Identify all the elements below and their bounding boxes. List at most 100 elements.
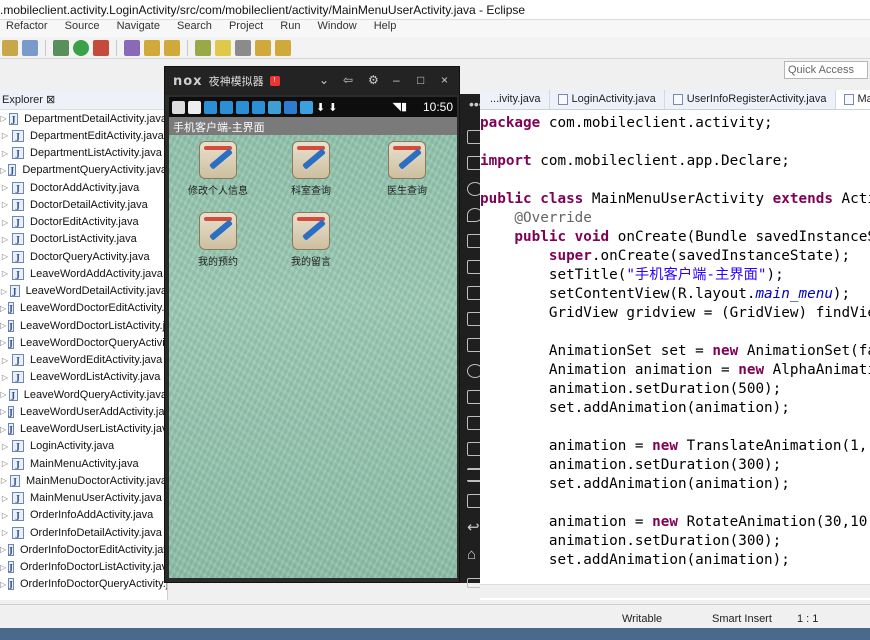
expand-arrow-icon[interactable]: ▷ — [0, 338, 6, 347]
menu-refactor[interactable]: Refactor — [6, 20, 48, 32]
expand-arrow-icon[interactable]: ▷ — [0, 390, 7, 399]
debug-icon[interactable] — [53, 39, 69, 56]
next-annotation-icon[interactable] — [235, 39, 251, 56]
save-icon[interactable] — [2, 39, 18, 56]
code-text[interactable]: package com.mobileclient.activity; impor… — [480, 110, 870, 570]
explorer-file-item[interactable]: ▷ J OrderInfoAddActivity.java — [0, 507, 167, 524]
explorer-file-item[interactable]: ▷ J MainMenuActivity.java — [0, 455, 167, 472]
horizontal-scrollbar[interactable] — [480, 584, 870, 598]
expand-arrow-icon[interactable]: ▷ — [0, 149, 10, 158]
expand-arrow-icon[interactable]: ▷ — [0, 269, 10, 278]
explorer-file-item[interactable]: ▷ J LeaveWordListActivity.java — [0, 369, 167, 386]
open-folder-icon[interactable] — [144, 39, 160, 56]
explorer-file-item[interactable]: ▷ J DepartmentQueryActivity.java — [0, 162, 167, 179]
expand-arrow-icon[interactable]: ▷ — [0, 425, 6, 434]
chevron-down-icon[interactable]: ⌄ — [319, 73, 329, 87]
explorer-file-item[interactable]: ▷J LeaveWordDoctorQueryActivity.java — [0, 334, 167, 351]
explorer-file-item[interactable]: ▷ J DepartmentDetailActivity.java — [0, 110, 167, 127]
tab-user-register-activity[interactable]: UserInfoRegisterActivity.java — [665, 90, 836, 109]
gear-icon[interactable]: ⚙ — [368, 73, 379, 87]
menu-project[interactable]: Project — [229, 20, 263, 32]
explorer-file-item[interactable]: ▷ J DoctorListActivity.java — [0, 231, 167, 248]
expand-arrow-icon[interactable]: ▷ — [0, 528, 10, 537]
expand-arrow-icon[interactable]: ▷ — [0, 545, 6, 554]
expand-arrow-icon[interactable]: ▷ — [0, 580, 6, 589]
search-icon[interactable] — [195, 39, 211, 56]
explorer-file-item[interactable]: ▷ J MainMenuUserActivity.java — [0, 490, 167, 507]
close-icon[interactable]: ⊠ — [46, 94, 55, 106]
pin-icon[interactable]: ⇦ — [343, 73, 353, 87]
forward-icon[interactable] — [275, 39, 291, 56]
explorer-file-item[interactable]: ▷ J MainMenuDoctorActivity.java — [0, 472, 167, 489]
explorer-file-item[interactable]: ▷ J LeaveWordEditActivity.java — [0, 352, 167, 369]
expand-arrow-icon[interactable]: ▷ — [0, 459, 10, 468]
run-icon[interactable] — [73, 39, 89, 56]
expand-arrow-icon[interactable]: ▷ — [0, 166, 6, 175]
back-icon[interactable] — [255, 39, 271, 56]
expand-arrow-icon[interactable]: ▷ — [0, 235, 10, 244]
explorer-file-item[interactable]: ▷ J LeaveWordQueryActivity.java — [0, 386, 167, 403]
explorer-file-item[interactable]: ▷ J OrderInfoDoctorListActivity.java — [0, 559, 167, 576]
open-type-icon[interactable] — [164, 39, 180, 56]
expand-arrow-icon[interactable]: ▷ — [0, 218, 10, 227]
back-icon[interactable]: ↩ — [467, 518, 480, 536]
expand-arrow-icon[interactable]: ▷ — [0, 476, 8, 485]
explorer-file-item[interactable]: ▷ J LeaveWordDetailActivity.java — [0, 283, 167, 300]
menu-item-my-messages[interactable]: 我的留言 — [276, 212, 346, 268]
expand-arrow-icon[interactable]: ▷ — [0, 356, 10, 365]
menu-item-department-query[interactable]: 科室查询 — [276, 141, 346, 197]
explorer-file-item[interactable]: ▷J OrderInfoDoctorQueryActivity.java — [0, 576, 167, 593]
menu-search[interactable]: Search — [177, 20, 212, 32]
quick-access-input[interactable]: Quick Access — [784, 61, 868, 79]
explorer-file-item[interactable]: ▷ J LeaveWordAddActivity.java — [0, 265, 167, 282]
new-class-icon[interactable] — [124, 39, 140, 56]
menu-navigate[interactable]: Navigate — [117, 20, 160, 32]
print-icon[interactable] — [22, 39, 38, 56]
expand-arrow-icon[interactable]: ▷ — [0, 494, 10, 503]
explorer-file-item[interactable]: ▷ J LeaveWordUserAddActivity.java — [0, 403, 167, 420]
expand-arrow-icon[interactable]: ▷ — [0, 407, 6, 416]
explorer-file-item[interactable]: ▷ J LoginActivity.java — [0, 438, 167, 455]
explorer-file-item[interactable]: ▷J LeaveWordDoctorEditActivity.java — [0, 300, 167, 317]
close-icon[interactable]: × — [441, 73, 448, 87]
menu-run[interactable]: Run — [280, 20, 300, 32]
explorer-file-item[interactable]: ▷ J LeaveWordUserListActivity.java — [0, 421, 167, 438]
expand-arrow-icon[interactable]: ▷ — [0, 200, 10, 209]
menu-item-edit-profile[interactable]: 修改个人信息 — [183, 141, 253, 197]
expand-arrow-icon[interactable]: ▷ — [0, 511, 10, 520]
explorer-file-item[interactable]: ▷ J DoctorQueryActivity.java — [0, 248, 167, 265]
expand-arrow-icon[interactable]: ▷ — [0, 373, 10, 382]
explorer-file-item[interactable]: ▷ J DepartmentEditActivity.java — [0, 127, 167, 144]
explorer-file-item[interactable]: ▷ J OrderInfoDetailActivity.java — [0, 524, 167, 541]
java-file-icon: J — [12, 267, 24, 280]
expand-arrow-icon[interactable]: ▷ — [0, 442, 10, 451]
tab-main-menu-user-activity[interactable]: Main... — [835, 90, 870, 109]
menu-window[interactable]: Window — [318, 20, 357, 32]
menu-item-doctor-query[interactable]: 医生查询 — [372, 141, 442, 197]
maximize-icon[interactable]: □ — [417, 73, 424, 87]
menu-help[interactable]: Help — [374, 20, 397, 32]
expand-arrow-icon[interactable]: ▷ — [0, 183, 10, 192]
explorer-file-item[interactable]: ▷ J DoctorAddActivity.java — [0, 179, 167, 196]
explorer-file-item[interactable]: ▷ J OrderInfoDoctorEditActivity.java — [0, 541, 167, 558]
menu-source[interactable]: Source — [65, 20, 100, 32]
minimize-icon[interactable]: – — [393, 73, 400, 87]
expand-arrow-icon[interactable]: ▷ — [0, 563, 6, 572]
mark-occurrences-icon[interactable] — [215, 39, 231, 56]
expand-arrow-icon[interactable]: ▷ — [0, 287, 8, 296]
explorer-file-item[interactable]: ▷ J DoctorDetailActivity.java — [0, 196, 167, 213]
explorer-file-item[interactable]: ▷ J DepartmentListActivity.java — [0, 145, 167, 162]
external-tools-icon[interactable] — [93, 39, 109, 56]
expand-arrow-icon[interactable]: ▷ — [0, 114, 7, 123]
notification-badge[interactable]: ! — [269, 76, 280, 86]
expand-arrow-icon[interactable]: ▷ — [0, 321, 6, 330]
home-icon[interactable]: ⌂ — [467, 546, 476, 563]
explorer-file-item[interactable]: ▷ J LeaveWordDoctorListActivity.java — [0, 317, 167, 334]
tab-login-activity[interactable]: LoginActivity.java — [550, 90, 665, 109]
expand-arrow-icon[interactable]: ▷ — [0, 131, 10, 140]
explorer-file-item[interactable]: ▷ J DoctorEditActivity.java — [0, 214, 167, 231]
menu-item-my-appointments[interactable]: 我的预约 — [183, 212, 253, 268]
expand-arrow-icon[interactable]: ▷ — [0, 304, 6, 313]
tab-prev-activity[interactable]: ...ivity.java — [480, 90, 550, 109]
expand-arrow-icon[interactable]: ▷ — [0, 252, 10, 261]
